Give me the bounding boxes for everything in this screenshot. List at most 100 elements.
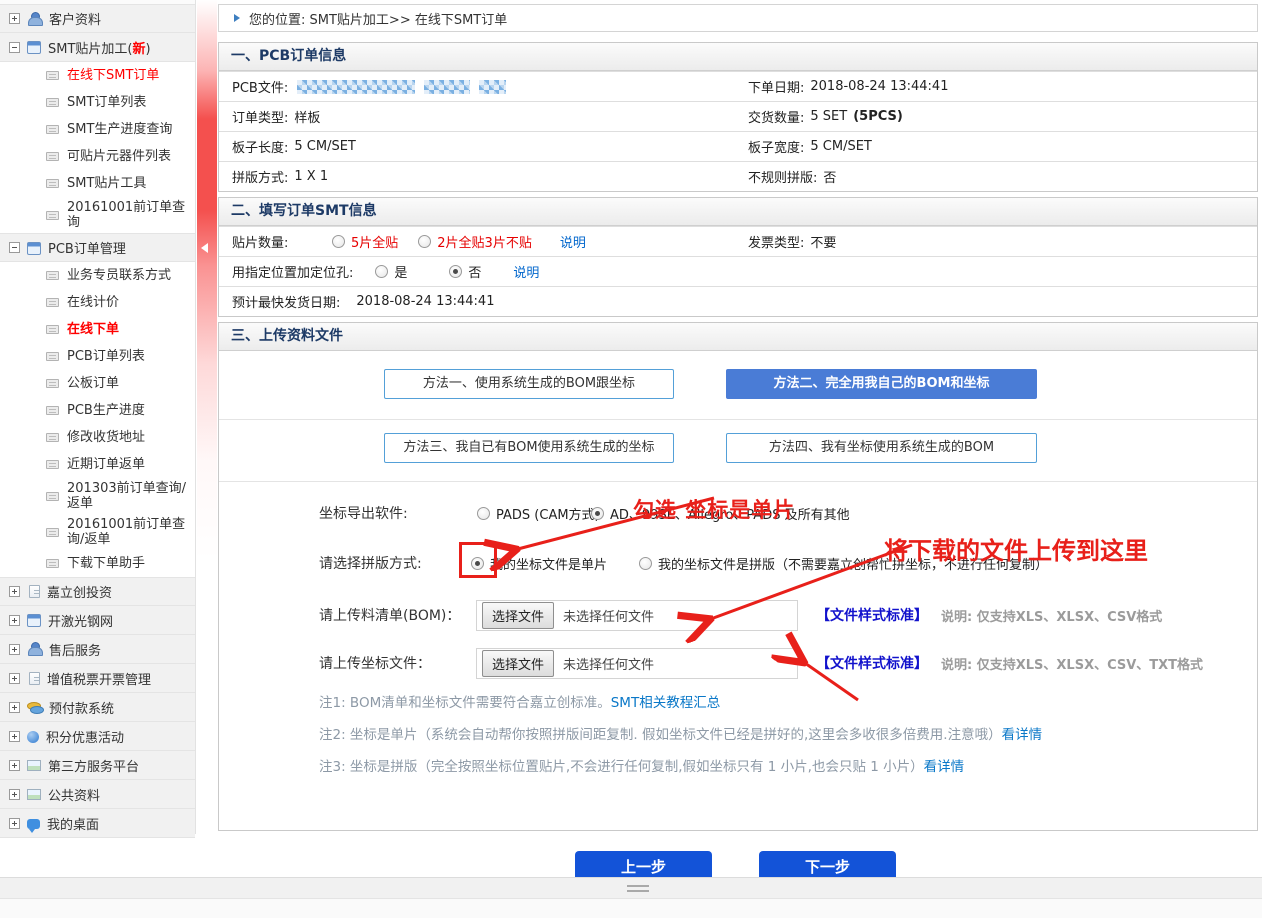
sidebar-item-download-assistant[interactable]: 下载下单助手 <box>0 550 195 577</box>
sidebar-item-online-smt-order[interactable]: 在线下SMT订单 <box>0 62 195 89</box>
drag-handle-icon[interactable] <box>627 885 649 892</box>
choose-file-button[interactable]: 选择文件 <box>482 602 554 629</box>
expand-icon[interactable] <box>9 586 20 597</box>
document-icon <box>46 460 59 469</box>
radio-label[interactable]: 是 <box>394 262 407 281</box>
sidebar-item-recent-reorder[interactable]: 近期订单返单 <box>0 451 195 478</box>
radio-qty-2of5[interactable] <box>418 235 431 248</box>
document-icon <box>46 211 59 220</box>
sidebar-item-public-board-order[interactable]: 公板订单 <box>0 370 195 397</box>
expand-icon[interactable] <box>9 789 20 800</box>
note-2: 注2: 坐标是单片（系统会自动帮你按照拼版间距复制. 假如坐标文件已经是拼好的,… <box>319 723 1042 743</box>
redacted-pcb-filename <box>424 80 470 94</box>
collapse-icon[interactable] <box>9 242 20 253</box>
user-icon <box>27 12 42 26</box>
divider <box>219 419 1257 420</box>
radio-qty-all5[interactable] <box>332 235 345 248</box>
field-value: 否 <box>823 167 836 186</box>
sidebar-item-pcb-order-list[interactable]: PCB订单列表 <box>0 343 195 370</box>
annotation-highlight-box <box>459 542 497 578</box>
choose-file-button[interactable]: 选择文件 <box>482 650 554 677</box>
radio-panel-panelized[interactable] <box>639 557 652 570</box>
sidebar: 客户资料 SMT贴片加工(新) 在线下SMT订单 SMT订单列表 SMT生产进度… <box>0 0 196 834</box>
qty-help-link[interactable]: 说明 <box>560 232 586 251</box>
radio-hole-no[interactable] <box>449 265 462 278</box>
sidebar-item-pre-20161001-orders[interactable]: 20161001前订单查询 <box>0 197 195 233</box>
breadcrumb-arrow-icon <box>234 14 240 22</box>
sidebar-item-modify-address[interactable]: 修改收货地址 <box>0 424 195 451</box>
section-upload-files: 三、上传资料文件 方法一、使用系统生成的BOM跟坐标 方法二、完全用我自己的BO… <box>218 322 1258 831</box>
expand-icon[interactable] <box>9 644 20 655</box>
method-2-button-active[interactable]: 方法二、完全用我自己的BOM和坐标 <box>726 369 1037 399</box>
coord-format-standard-link[interactable]: 【文件样式标准】 <box>816 653 928 673</box>
field-label: 请上传坐标文件： <box>319 653 431 673</box>
radio-label[interactable]: 5片全贴 <box>351 232 398 251</box>
sidebar-item-customer-data[interactable]: 客户资料 <box>0 4 195 33</box>
collapse-icon[interactable] <box>9 42 20 53</box>
breadcrumb: 您的位置: SMT贴片加工>> 在线下SMT订单 <box>218 4 1258 32</box>
sidebar-item-public-resources[interactable]: 公共资料 <box>0 780 195 809</box>
sidebar-item-smt-order-list[interactable]: SMT订单列表 <box>0 89 195 116</box>
expand-icon[interactable] <box>9 731 20 742</box>
section-pcb-info: 一、PCB订单信息 PCB文件: 下单日期: 2018-08-24 13:44:… <box>218 42 1258 192</box>
field-label: 贴片数量: <box>232 232 320 251</box>
collapse-left-arrow-icon <box>201 243 208 253</box>
radio-software-other[interactable] <box>591 507 604 520</box>
method-4-button[interactable]: 方法四、我有坐标使用系统生成的BOM <box>726 433 1037 463</box>
bom-file-input[interactable]: 选择文件 未选择任何文件 <box>476 600 798 631</box>
table-row: 贴片数量: 5片全贴 2片全贴3片不贴 说明 发票类型: 不要 <box>219 226 1257 256</box>
method-3-button[interactable]: 方法三、我自已有BOM使用系统生成的坐标 <box>384 433 674 463</box>
sidebar-item-smt-processing[interactable]: SMT贴片加工(新) <box>0 33 195 62</box>
radio-label[interactable]: PADS (CAM方式) <box>496 504 600 523</box>
page: 客户资料 SMT贴片加工(新) 在线下SMT订单 SMT订单列表 SMT生产进度… <box>0 0 1262 918</box>
annotation-upload-here: 将下载的文件上传到这里 <box>884 531 1148 566</box>
sidebar-item-pre-201303-orders[interactable]: 201303前订单查询/返单 <box>0 478 195 514</box>
sidebar-item-prepayment[interactable]: 预付款系统 <box>0 693 195 722</box>
sidebar-item-third-party-platform[interactable]: 第三方服务平台 <box>0 751 195 780</box>
note-2-details-link[interactable]: 看详情 <box>1002 727 1043 743</box>
document-icon <box>46 352 59 361</box>
radio-software-pads[interactable] <box>477 507 490 520</box>
coord-file-input[interactable]: 选择文件 未选择任何文件 <box>476 648 798 679</box>
radio-label[interactable]: 2片全贴3片不贴 <box>437 232 532 251</box>
sidebar-item-after-sales[interactable]: 售后服务 <box>0 635 195 664</box>
sidebar-item-smt-tools[interactable]: SMT贴片工具 <box>0 170 195 197</box>
sidebar-item-my-desktop[interactable]: 我的桌面 <box>0 809 195 838</box>
redacted-pcb-filename <box>297 80 415 94</box>
sidebar-item-online-order[interactable]: 在线下单 <box>0 316 195 343</box>
smt-tutorials-link[interactable]: SMT相关教程汇总 <box>611 695 720 711</box>
expand-icon[interactable] <box>9 818 20 829</box>
sidebar-item-pcb-progress[interactable]: PCB生产进度 <box>0 397 195 424</box>
sidebar-item-pcb-order-management[interactable]: PCB订单管理 <box>0 233 195 262</box>
expand-icon[interactable] <box>9 13 20 24</box>
table-row: 用指定位置加定位孔: 是 否 说明 <box>219 256 1257 286</box>
sidebar-item-jlc-investment[interactable]: 嘉立创投资 <box>0 577 195 606</box>
radio-hole-yes[interactable] <box>375 265 388 278</box>
hole-help-link[interactable]: 说明 <box>513 262 539 281</box>
sidebar-item-mountable-components[interactable]: 可贴片元器件列表 <box>0 143 195 170</box>
document-icon <box>29 585 40 598</box>
field-label: 交货数量: <box>748 107 804 126</box>
method-1-button[interactable]: 方法一、使用系统生成的BOM跟坐标 <box>384 369 674 399</box>
sidebar-collapse-strip[interactable] <box>197 0 217 700</box>
sidebar-item-vat-invoice[interactable]: 增值税票开票管理 <box>0 664 195 693</box>
bom-format-standard-link[interactable]: 【文件样式标准】 <box>816 605 928 625</box>
expand-icon[interactable] <box>9 702 20 713</box>
expand-icon[interactable] <box>9 673 20 684</box>
sidebar-item-online-quote[interactable]: 在线计价 <box>0 289 195 316</box>
document-icon <box>46 271 59 280</box>
expand-icon[interactable] <box>9 760 20 771</box>
note-3-details-link[interactable]: 看详情 <box>924 759 965 775</box>
breadcrumb-text: 您的位置: SMT贴片加工>> 在线下SMT订单 <box>249 9 507 28</box>
sidebar-item-pre-20161001-orders-reorder[interactable]: 20161001前订单查询/返单 <box>0 514 195 550</box>
sidebar-item-laser-stencil[interactable]: 开激光钢网 <box>0 606 195 635</box>
sidebar-item-smt-progress-query[interactable]: SMT生产进度查询 <box>0 116 195 143</box>
expand-icon[interactable] <box>9 615 20 626</box>
document-icon <box>46 433 59 442</box>
footer <box>0 877 1262 918</box>
radio-label[interactable]: 否 <box>468 262 481 281</box>
document-icon <box>46 152 59 161</box>
radio-label[interactable]: 我的坐标文件是单片 <box>490 554 607 573</box>
sidebar-item-sales-contact[interactable]: 业务专员联系方式 <box>0 262 195 289</box>
sidebar-item-points-promo[interactable]: 积分优惠活动 <box>0 722 195 751</box>
